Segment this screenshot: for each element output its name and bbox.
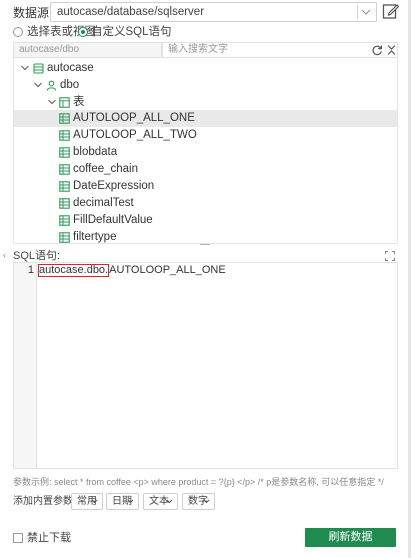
tree-node-label: filtertype [73,231,117,243]
tree-node-table[interactable]: FillDefaultValue [14,212,397,229]
builtin-params-label: 添加内置参数: [13,496,76,507]
sql-editor[interactable]: 1 autocase.dbo.AUTOLOOP_ALL_ONE [13,262,398,469]
chevron-down-icon [166,499,173,504]
schema-placeholder: autocase/dbo [19,44,80,55]
splitter-handle[interactable] [200,244,210,246]
database-icon [33,63,44,74]
tree-node-label: coffee_chain [73,163,139,175]
table-tree[interactable]: autocase dbo 表 AUTOLOOP_ALL_ONE AUTOLOOP… [13,58,398,244]
fullscreen-icon[interactable] [385,251,395,261]
tree-node-table[interactable]: coffee_chain [14,161,397,178]
param-number-dropdown[interactable]: 数字 [182,493,215,510]
chevron-down-icon[interactable] [359,3,373,21]
tree-node-label: decimalTest [73,197,134,209]
tree-node-table[interactable]: decimalTest [14,195,397,212]
sql-code-line[interactable]: autocase.dbo.AUTOLOOP_ALL_ONE [38,263,226,278]
forbid-download-checkbox[interactable] [13,533,23,543]
tree-node-table[interactable]: DateExpression [14,178,397,195]
chevron-down-icon[interactable] [47,97,57,107]
search-input[interactable]: 输入搜索文字 [162,42,398,58]
chevron-down-icon [203,499,210,504]
sql-table-name: AUTOLOOP_ALL_ONE [109,264,226,276]
forbid-download-label[interactable]: 禁止下载 [27,531,71,545]
sql-label: SQL语句: [13,250,61,262]
chevron-down-icon [91,499,98,504]
table-icon [59,113,70,124]
user-icon [46,80,57,91]
edit-icon[interactable] [382,2,399,20]
refresh-icon[interactable] [371,44,383,56]
custom-sql-radio-label[interactable]: 自定义SQL语句 [91,25,172,39]
table-icon [59,164,70,175]
param-date-dropdown[interactable]: 日期 [106,493,139,510]
table-icon [59,181,70,192]
table-icon [59,198,70,209]
tree-node-label: DateExpression [73,180,155,192]
datasource-divider [357,5,358,19]
chevron-down-icon [127,499,134,504]
tree-node-label: 表 [73,96,85,108]
chevron-down-icon[interactable] [33,80,43,90]
chevron-down-icon[interactable] [20,63,30,73]
tree-node-label: FillDefaultValue [73,214,153,226]
table-icon [59,215,70,226]
left-panel-edge [0,0,9,558]
line-number-gutter: 1 [14,263,37,468]
refresh-data-button[interactable]: 刷新数据 [305,528,396,547]
tree-node-table[interactable]: blobdata [14,144,397,161]
tree-node-label: autocase [47,62,94,74]
search-placeholder: 输入搜索文字 [168,44,228,55]
tree-node-dbo[interactable]: dbo [14,77,397,94]
tree-node-table[interactable]: AUTOLOOP_ALL_TWO [14,127,397,144]
sql-highlighted-prefix: autocase.dbo. [38,264,110,277]
table-view-radio[interactable] [13,27,23,37]
tree-node-autocase[interactable]: autocase [14,60,397,77]
tree-node-label: AUTOLOOP_ALL_ONE [73,112,195,124]
tree-node-label: dbo [60,79,80,91]
table-icon [59,130,70,141]
table-folder-icon [59,97,70,108]
datasource-label: 数据源: [13,6,53,20]
tree-node-table[interactable]: filtertype [14,229,397,243]
datasource-select[interactable]: autocase/database/sqlserver [50,2,377,22]
schema-input[interactable]: autocase/dbo [13,42,162,58]
tree-node-tables-folder[interactable]: 表 [14,94,397,111]
line-number: 1 [27,264,34,276]
datasource-value: autocase/database/sqlserver [57,6,205,18]
tree-node-label: AUTOLOOP_ALL_TWO [73,129,197,141]
param-example-hint: 参数示例: select * from coffee <p> where pro… [13,477,384,487]
collapse-left-icon[interactable]: ‹ [0,248,9,262]
table-icon [59,147,70,158]
param-text-dropdown[interactable]: 文本 [143,493,178,510]
collapse-all-icon[interactable] [386,44,397,56]
param-common-dropdown[interactable]: 常用 [71,493,103,510]
table-icon [59,232,70,243]
tree-node-table[interactable]: AUTOLOOP_ALL_ONE [14,110,397,127]
custom-sql-radio[interactable] [78,27,88,37]
tree-node-label: blobdata [73,146,118,158]
